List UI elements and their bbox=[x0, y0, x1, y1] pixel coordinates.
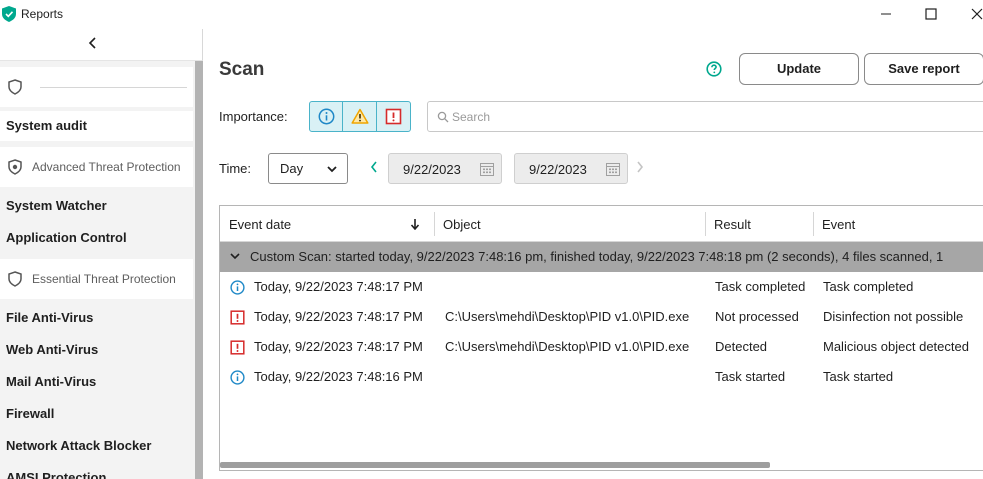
cell-result: Task completed bbox=[715, 279, 806, 294]
cell-event-date: Today, 9/22/2023 7:48:17 PM bbox=[254, 339, 423, 354]
page-title: Scan bbox=[219, 59, 265, 80]
date-from-picker[interactable]: 9/22/2023 bbox=[388, 153, 502, 184]
warning-icon bbox=[351, 108, 369, 124]
sidebar-group-general bbox=[0, 67, 193, 107]
date-to-value: 9/22/2023 bbox=[529, 162, 587, 177]
importance-label: Importance: bbox=[219, 109, 288, 124]
column-result[interactable]: Result bbox=[714, 206, 751, 242]
table-row[interactable]: Today, 9/22/2023 7:48:17 PM Task complet… bbox=[220, 272, 983, 302]
sidebar-item-firewall[interactable]: Firewall bbox=[0, 399, 193, 429]
importance-warning-toggle[interactable] bbox=[343, 102, 377, 131]
importance-critical-toggle[interactable] bbox=[377, 102, 410, 131]
calendar-icon bbox=[606, 163, 620, 176]
sidebar-item-system-watcher[interactable]: System Watcher bbox=[0, 191, 193, 221]
shield-icon bbox=[8, 271, 22, 287]
sidebar-item-file-anti-virus[interactable]: File Anti-Virus bbox=[0, 303, 193, 333]
cell-object: C:\Users\mehdi\Desktop\PID v1.0\PID.exe bbox=[445, 309, 690, 324]
shield-icon bbox=[8, 79, 22, 95]
search-icon bbox=[437, 111, 449, 123]
sidebar-group-label: Advanced Threat Protection bbox=[32, 160, 181, 174]
critical-icon bbox=[230, 310, 245, 325]
cell-result: Task started bbox=[715, 369, 786, 384]
sidebar-item-network-attack-blocker[interactable]: Network Attack Blocker bbox=[0, 431, 193, 461]
column-event-date[interactable]: Event date bbox=[229, 206, 291, 242]
maximize-icon[interactable] bbox=[921, 4, 941, 24]
arrow-down-icon[interactable] bbox=[410, 218, 420, 230]
cell-event: Task started bbox=[823, 369, 894, 384]
shield-icon bbox=[8, 159, 22, 175]
cell-object: C:\Users\mehdi\Desktop\PID v1.0\PID.exe bbox=[445, 339, 690, 354]
sidebar-item-web-anti-virus[interactable]: Web Anti-Virus bbox=[0, 335, 193, 365]
time-label: Time: bbox=[219, 161, 252, 176]
kaspersky-shield-icon bbox=[2, 6, 16, 22]
importance-filter-group bbox=[309, 101, 411, 132]
time-period-value: Day bbox=[280, 161, 304, 176]
column-divider bbox=[705, 212, 706, 236]
column-divider bbox=[434, 212, 435, 236]
column-object[interactable]: Object bbox=[443, 206, 481, 242]
help-icon[interactable] bbox=[706, 61, 722, 77]
cell-event-date: Today, 9/22/2023 7:48:17 PM bbox=[254, 279, 423, 294]
time-period-select[interactable]: Day bbox=[268, 153, 348, 184]
info-icon bbox=[318, 108, 335, 125]
table-group-row[interactable]: Custom Scan: started today, 9/22/2023 7:… bbox=[220, 242, 983, 272]
main-panel: Scan Update Save report Importance: Sear… bbox=[203, 29, 983, 479]
group-row-text: Custom Scan: started today, 9/22/2023 7:… bbox=[250, 249, 944, 264]
table-horizontal-scrollbar[interactable] bbox=[220, 462, 770, 468]
critical-icon bbox=[230, 340, 245, 355]
close-icon[interactable] bbox=[967, 4, 983, 24]
sidebar-item-mail-anti-virus[interactable]: Mail Anti-Virus bbox=[0, 367, 193, 397]
table-row[interactable]: Today, 9/22/2023 7:48:17 PM C:\Users\meh… bbox=[220, 302, 983, 332]
search-box[interactable] bbox=[427, 101, 983, 132]
chevron-down-icon bbox=[327, 166, 337, 173]
calendar-icon bbox=[480, 163, 494, 176]
info-icon bbox=[230, 280, 245, 295]
table-row[interactable]: Today, 9/22/2023 7:48:16 PM Task started… bbox=[220, 362, 983, 392]
sidebar-item-system-audit[interactable]: System audit bbox=[0, 111, 193, 141]
events-table: Event date Object Result Event Custom Sc… bbox=[219, 205, 983, 471]
window-title: Reports bbox=[21, 7, 64, 21]
cell-event-date: Today, 9/22/2023 7:48:16 PM bbox=[254, 369, 423, 384]
search-input[interactable] bbox=[452, 108, 952, 126]
column-divider bbox=[813, 212, 814, 236]
next-period-icon[interactable] bbox=[636, 161, 644, 173]
sidebar-item-application-control[interactable]: Application Control bbox=[0, 223, 193, 253]
column-event[interactable]: Event bbox=[822, 206, 855, 242]
cell-event-date: Today, 9/22/2023 7:48:17 PM bbox=[254, 309, 423, 324]
cell-result: Not processed bbox=[715, 309, 799, 324]
chevron-left-icon bbox=[88, 37, 96, 49]
previous-period-icon[interactable] bbox=[370, 161, 378, 173]
collapse-sidebar-button[interactable] bbox=[0, 29, 203, 61]
sidebar-group-essential-threat-protection: Essential Threat Protection bbox=[0, 259, 193, 299]
sidebar-group-label: Essential Threat Protection bbox=[32, 272, 176, 286]
save-report-button[interactable]: Save report bbox=[864, 53, 983, 85]
update-button[interactable]: Update bbox=[739, 53, 859, 85]
chevron-down-icon[interactable] bbox=[230, 253, 240, 260]
date-from-value: 9/22/2023 bbox=[403, 162, 461, 177]
sidebar: System audit Advanced Threat Protection … bbox=[0, 29, 203, 479]
date-to-picker[interactable]: 9/22/2023 bbox=[514, 153, 628, 184]
sidebar-scrollbar[interactable] bbox=[195, 61, 203, 479]
table-header: Event date Object Result Event bbox=[220, 206, 983, 242]
importance-info-toggle[interactable] bbox=[310, 102, 344, 131]
sidebar-group-advanced-threat-protection: Advanced Threat Protection bbox=[0, 147, 193, 187]
sidebar-item-amsi-protection[interactable]: AMSI Protection bbox=[0, 463, 193, 479]
cell-event: Malicious object detected bbox=[823, 339, 969, 354]
sidebar-group-divider bbox=[40, 87, 187, 88]
info-icon bbox=[230, 370, 245, 385]
cell-result: Detected bbox=[715, 339, 768, 354]
minimize-icon[interactable] bbox=[876, 4, 896, 24]
cell-event: Task completed bbox=[823, 279, 914, 294]
title-bar: Reports bbox=[0, 0, 983, 28]
table-row[interactable]: Today, 9/22/2023 7:48:17 PM C:\Users\meh… bbox=[220, 332, 983, 362]
cell-event: Disinfection not possible bbox=[823, 309, 964, 324]
critical-icon bbox=[385, 108, 401, 125]
